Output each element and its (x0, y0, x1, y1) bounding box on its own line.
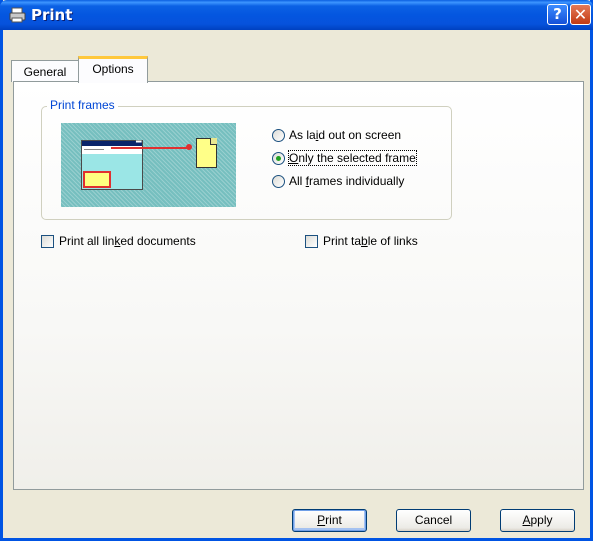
print-frames-group: Print frames ▪▪▪ As laid out on screen O… (41, 98, 452, 220)
options-panel: Print frames ▪▪▪ As laid out on screen O… (13, 81, 584, 490)
checkbox-print-linked-documents[interactable]: Print all linked documents (41, 233, 196, 249)
tab-general[interactable]: General (11, 60, 79, 82)
apply-button[interactable]: Apply (500, 509, 575, 532)
radio-only-selected-frame[interactable]: Only the selected frame (272, 149, 417, 167)
radio-all-frames-individually[interactable]: All frames individually (272, 172, 404, 190)
preview-selected-frame (83, 171, 111, 188)
title-bar[interactable]: Print ? ✕ (0, 0, 593, 30)
tab-options[interactable]: Options (78, 56, 148, 83)
window-title: Print (31, 6, 73, 24)
close-icon: ✕ (573, 5, 588, 24)
checkbox[interactable] (305, 234, 318, 248)
checkbox[interactable] (41, 234, 54, 248)
preview-arrow (111, 144, 192, 150)
cancel-button[interactable]: Cancel (396, 509, 471, 532)
print-button[interactable]: Print (292, 509, 367, 532)
frame-layout-preview-icon: ▪▪▪ (61, 123, 236, 207)
radio-button[interactable] (272, 128, 285, 142)
printer-icon (9, 7, 26, 23)
help-icon: ? (553, 5, 562, 23)
print-dialog: Print ? ✕ General Options Print frames ▪… (0, 0, 593, 541)
print-frames-group-label: Print frames (47, 98, 118, 112)
radio-as-laid-out[interactable]: As laid out on screen (272, 126, 401, 144)
radio-button-selected[interactable] (272, 151, 285, 165)
checkbox-print-table-of-links[interactable]: Print table of links (305, 233, 418, 249)
radio-button[interactable] (272, 174, 285, 188)
close-button[interactable]: ✕ (570, 4, 591, 25)
help-button[interactable]: ? (547, 4, 568, 25)
